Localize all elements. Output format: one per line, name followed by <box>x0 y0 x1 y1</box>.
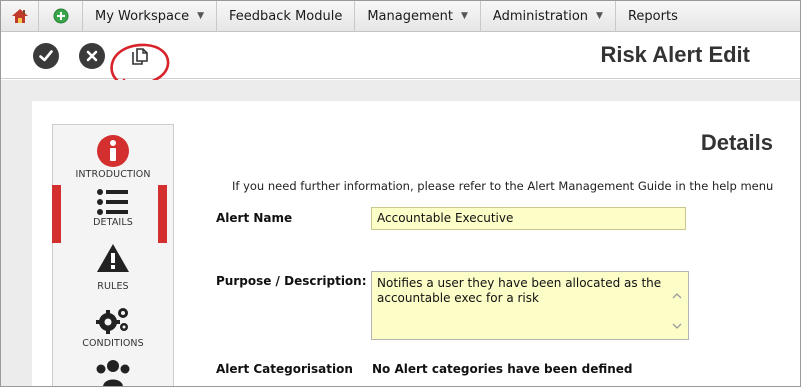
home-button[interactable] <box>1 1 39 31</box>
purpose-description-textarea[interactable]: Notifies a user they have been allocated… <box>371 271 689 340</box>
nav-feedback-module[interactable]: Feedback Module <box>217 1 356 31</box>
alert-name-input[interactable]: Accountable Executive <box>371 207 686 230</box>
purpose-description-text: Notifies a user they have been allocated… <box>377 276 662 305</box>
purpose-description-label: Purpose / Description: <box>216 274 367 288</box>
nav-item-label: Reports <box>627 8 678 24</box>
nav-item-label: Administration <box>492 8 589 24</box>
alert-categorisation-value: No Alert categories have been defined <box>372 362 633 376</box>
list-icon <box>97 189 128 215</box>
chevron-down-icon: ▼ <box>197 11 205 21</box>
active-step-indicator <box>52 185 61 243</box>
gears-icon <box>96 308 128 334</box>
step-conditions[interactable]: CONDITIONS <box>53 305 173 349</box>
cancel-button[interactable] <box>79 43 105 69</box>
textarea-scrollbar[interactable] <box>670 278 684 335</box>
page-title: Risk Alert Edit <box>600 42 750 67</box>
step-label: CONDITIONS <box>82 338 144 349</box>
nav-my-workspace[interactable]: My Workspace ▼ <box>83 1 218 31</box>
warning-icon <box>97 244 129 272</box>
chevron-down-icon: ▼ <box>460 11 468 21</box>
step-rules[interactable]: RULES <box>53 243 173 292</box>
home-icon <box>11 9 28 23</box>
info-icon <box>97 135 129 167</box>
close-circle-icon <box>86 50 98 62</box>
step-details[interactable]: DETAILS <box>52 185 173 243</box>
step-introduction[interactable]: INTRODUCTION <box>53 133 173 180</box>
add-circle-icon <box>53 8 68 24</box>
top-nav-bar: My Workspace ▼ Feedback Module Managemen… <box>1 1 800 32</box>
chevron-down-icon: ▼ <box>596 11 603 21</box>
section-title: Details <box>700 130 773 155</box>
nav-item-label: Feedback Module <box>229 8 343 24</box>
alert-name-label: Alert Name <box>216 211 293 225</box>
step-label: RULES <box>97 281 129 292</box>
nav-item-label: Management <box>367 8 453 24</box>
users-icon <box>96 360 130 387</box>
help-info-text: If you need further information, please … <box>232 179 774 193</box>
check-circle-icon <box>39 50 53 62</box>
alert-categorisation-label: Alert Categorisation <box>216 362 353 376</box>
wizard-steps: INTRODUCTION DETAILS RULES CONDITIONS <box>52 124 174 387</box>
save-button[interactable] <box>33 43 59 69</box>
nav-administration[interactable]: Administration ▼ <box>481 1 616 31</box>
nav-reports[interactable]: Reports <box>616 1 690 31</box>
step-label: INTRODUCTION <box>75 169 151 180</box>
add-button[interactable] <box>39 1 83 31</box>
step-users[interactable] <box>53 357 173 387</box>
step-label: DETAILS <box>93 217 133 228</box>
nav-management[interactable]: Management ▼ <box>355 1 481 31</box>
active-step-indicator <box>158 185 167 243</box>
nav-item-label: My Workspace <box>95 8 190 24</box>
